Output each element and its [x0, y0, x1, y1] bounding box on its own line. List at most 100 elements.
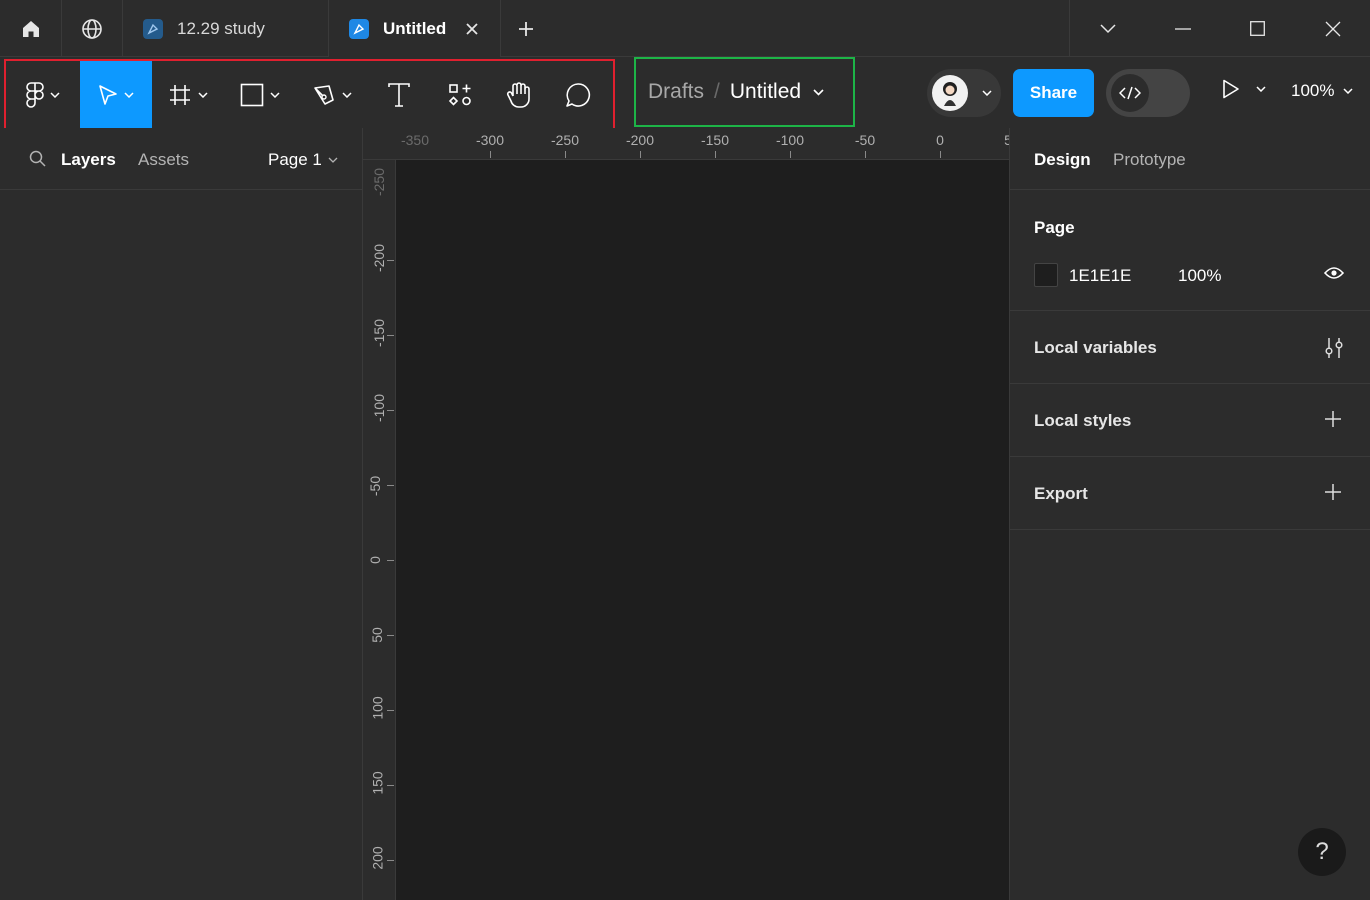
tab-untitled[interactable]: Untitled: [329, 0, 501, 57]
page-selector[interactable]: Page 1: [268, 150, 338, 170]
hand-icon: [506, 81, 530, 108]
export-title: Export: [1034, 484, 1088, 503]
close-tab-button[interactable]: [466, 22, 478, 35]
title-bar: 12.29 study Untitled: [0, 0, 1370, 57]
ruler-label: -100: [371, 393, 388, 423]
variables-button[interactable]: [1324, 337, 1344, 359]
tabs-menu-button[interactable]: [1070, 0, 1145, 57]
window-controls: [1069, 0, 1370, 57]
close-icon: [466, 22, 478, 35]
local-styles-title: Local styles: [1034, 411, 1132, 430]
export-section[interactable]: Export: [1010, 457, 1370, 530]
globe-icon: [82, 18, 102, 39]
user-menu-button[interactable]: [927, 69, 1001, 117]
tab-assets[interactable]: Assets: [138, 150, 189, 170]
tab-design[interactable]: Design: [1034, 150, 1091, 170]
tab-label: Untitled: [383, 18, 447, 38]
close-window-button[interactable]: [1295, 0, 1370, 57]
share-button[interactable]: Share: [1013, 69, 1094, 117]
chevron-down-icon: [1256, 86, 1266, 92]
visibility-toggle[interactable]: [1324, 266, 1344, 280]
toolbar: Drafts / Untitled Share 100%: [0, 57, 1370, 130]
tool-group: [4, 59, 615, 130]
home-icon: [22, 20, 39, 37]
ruler-label: -300: [475, 132, 505, 148]
help-button[interactable]: ?: [1298, 828, 1346, 876]
ruler-label: -50: [854, 132, 876, 148]
page-color-hex[interactable]: 1E1E1E: [1069, 266, 1131, 286]
figma-logo-icon: [26, 81, 44, 108]
tab-label: 12.29 study: [177, 18, 265, 38]
maximize-button[interactable]: [1220, 0, 1295, 57]
ruler-label: -250: [371, 167, 388, 197]
add-export-button[interactable]: [1324, 483, 1342, 501]
chevron-down-icon: [50, 91, 60, 98]
main-menu-button[interactable]: [6, 61, 80, 128]
avatar-icon: [943, 82, 957, 106]
ruler-label: -100: [775, 132, 805, 148]
ruler-label: 50: [368, 627, 385, 643]
move-tool-button[interactable]: [80, 61, 152, 128]
pen-tool-button[interactable]: [296, 61, 368, 128]
avatar: [932, 75, 968, 111]
rectangle-icon: [240, 83, 264, 106]
cursor-icon: [99, 84, 117, 105]
page-color-swatch[interactable]: [1034, 263, 1058, 287]
frame-icon: [170, 84, 190, 105]
dev-mode-toggle[interactable]: [1106, 69, 1190, 117]
chevron-down-icon: [982, 90, 992, 96]
community-button[interactable]: [62, 0, 123, 57]
page-section: Page 1E1E1E 100%: [1010, 190, 1370, 311]
breadcrumb-separator: /: [714, 80, 720, 103]
tab-12-29-study[interactable]: 12.29 study: [123, 0, 329, 57]
breadcrumb-drafts[interactable]: Drafts: [648, 80, 704, 104]
left-panel-header: Layers Assets Page 1: [0, 128, 362, 190]
chevron-down-icon: [328, 157, 338, 163]
hand-tool-button[interactable]: [490, 61, 548, 128]
file-icon: [349, 18, 369, 39]
comment-tool-button[interactable]: [548, 61, 608, 128]
shape-tool-button[interactable]: [224, 61, 296, 128]
minimize-button[interactable]: [1145, 0, 1220, 57]
home-button[interactable]: [0, 0, 62, 57]
add-style-button[interactable]: [1324, 410, 1342, 428]
resources-tool-button[interactable]: [430, 61, 490, 128]
search-icon: [29, 150, 46, 167]
ruler-label: -50: [367, 475, 384, 497]
canvas[interactable]: [396, 160, 1009, 900]
page-section-title: Page: [1034, 218, 1075, 237]
ruler-label: -150: [371, 318, 388, 348]
plus-icon: [519, 22, 533, 36]
dev-mode-knob: [1111, 74, 1149, 112]
chevron-down-icon: [342, 91, 352, 98]
page-opacity[interactable]: 100%: [1178, 266, 1221, 286]
zoom-menu-button[interactable]: 100%: [1291, 81, 1354, 101]
search-layers-button[interactable]: [29, 150, 46, 167]
ruler-label: -200: [371, 243, 388, 273]
chevron-down-icon: [813, 88, 824, 96]
new-tab-button[interactable]: [513, 16, 539, 42]
file-icon: [143, 18, 163, 39]
plus-icon: [1325, 411, 1341, 427]
right-panel: Design Prototype Page 1E1E1E 100% Local …: [1009, 128, 1370, 900]
play-icon: [1223, 79, 1239, 99]
ruler-label: 150: [369, 771, 386, 795]
ruler-label: 0: [366, 556, 383, 564]
ruler-label: -200: [625, 132, 655, 148]
breadcrumb-file-name[interactable]: Untitled: [730, 80, 801, 104]
text-tool-button[interactable]: [368, 61, 430, 128]
minimize-icon: [1174, 27, 1191, 30]
eye-icon: [1324, 267, 1344, 279]
local-variables-section[interactable]: Local variables: [1010, 311, 1370, 384]
ruler-vertical: -250 -200 -150 -100 -50 0 50 100 150 200: [363, 160, 396, 900]
tab-layers[interactable]: Layers: [61, 150, 116, 170]
ruler-label: 200: [369, 846, 386, 870]
sliders-icon: [1325, 338, 1343, 358]
left-panel: Layers Assets Page 1: [0, 128, 363, 900]
tab-prototype[interactable]: Prototype: [1113, 150, 1186, 170]
file-breadcrumb[interactable]: Drafts / Untitled: [634, 57, 855, 127]
local-styles-section[interactable]: Local styles: [1010, 384, 1370, 457]
ruler-horizontal: -350 -300 -250 -200 -150 -100 -50 0 5: [363, 128, 1009, 160]
frame-tool-button[interactable]: [152, 61, 224, 128]
present-button[interactable]: [1222, 79, 1266, 99]
